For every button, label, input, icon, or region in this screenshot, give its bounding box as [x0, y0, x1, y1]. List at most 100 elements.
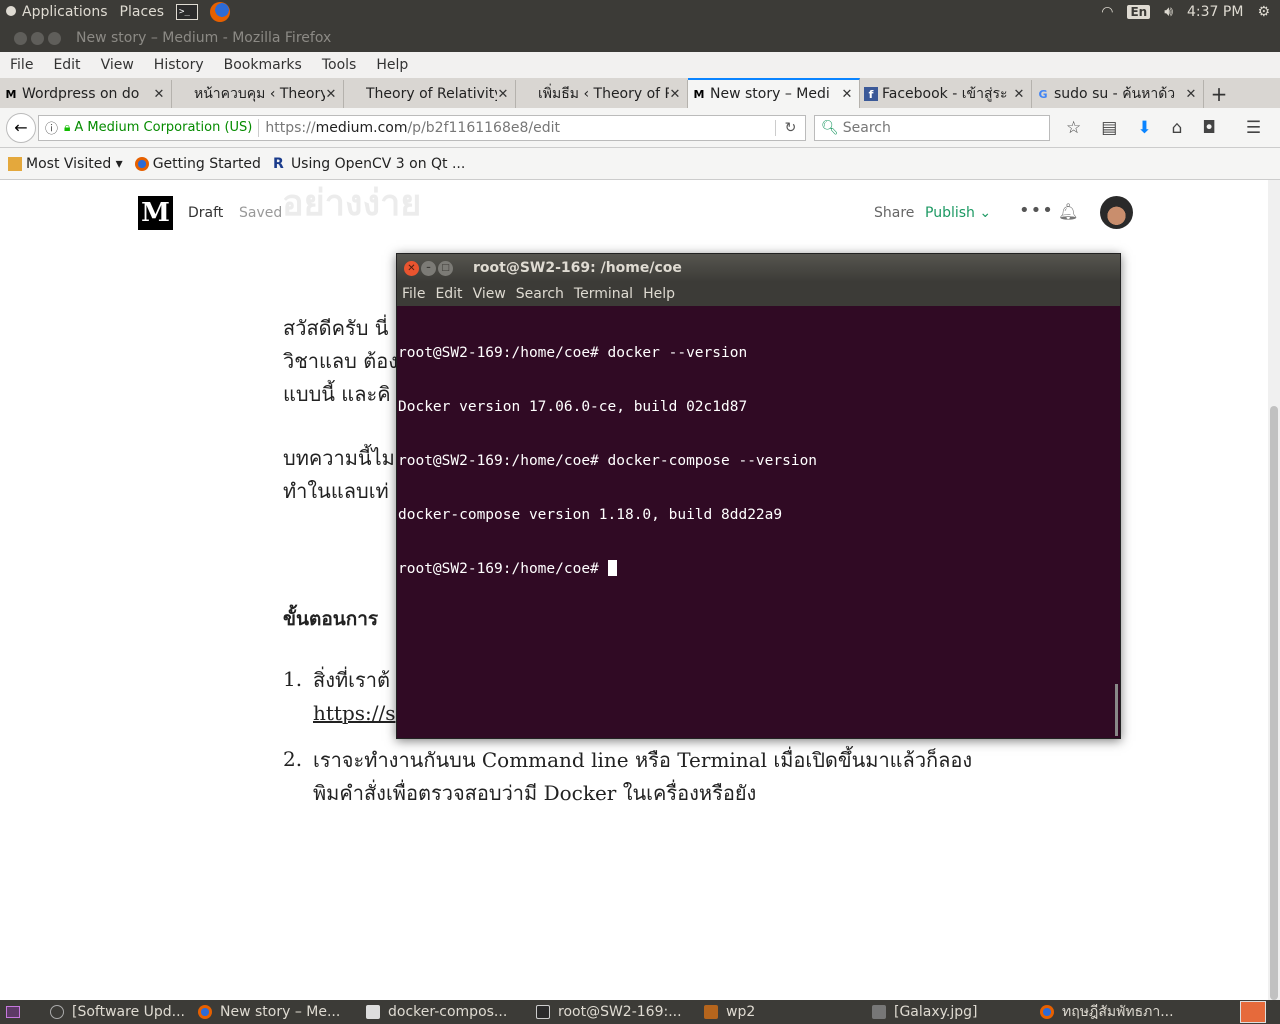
terminal-menu-edit[interactable]: Edit	[430, 286, 467, 302]
info-icon[interactable]: ⓘ	[45, 118, 58, 137]
chevron-down-icon: ⌄	[979, 205, 992, 221]
workspace-switcher[interactable]	[1240, 1001, 1266, 1023]
folder-icon	[704, 1005, 718, 1019]
bookmark-star-icon[interactable]: ☆	[1066, 118, 1081, 138]
taskbar-item[interactable]: ทฤษฎีสัมพัทธภา...	[1034, 1001, 1190, 1023]
minimize-icon[interactable]: –	[421, 260, 436, 276]
close-tab-icon[interactable]: ✕	[841, 87, 853, 102]
scrollbar-thumb[interactable]	[1270, 406, 1278, 1000]
tab-google-search[interactable]: Gsudo su - ค้นหาด้ว ✕	[1032, 80, 1204, 108]
terminal-menu-terminal[interactable]: Terminal	[569, 286, 638, 302]
menu-file[interactable]: File	[0, 57, 43, 73]
terminal-window[interactable]: ✕ – □ root@SW2-169: /home/coe File Edit …	[396, 253, 1121, 739]
menu-history[interactable]: History	[144, 57, 214, 73]
terminal-launcher-icon[interactable]: >_	[176, 4, 199, 20]
bookmarks-toolbar: Most Visited ▾ Getting Started R Using Op…	[0, 148, 1280, 180]
search-icon: 🔍︎	[821, 119, 839, 136]
tab-theory-relativity[interactable]: Theory of Relativity -✕	[344, 80, 516, 108]
tab-add-theme[interactable]: เพิ่มธีม ‹ Theory of Re ✕	[516, 80, 688, 108]
places-menu[interactable]: Places	[114, 4, 171, 20]
taskbar-item[interactable]: wp2	[698, 1004, 866, 1020]
home-icon[interactable]: ⌂	[1172, 118, 1183, 138]
tab-facebook[interactable]: f Facebook - เข้าสู่ระ ✕	[860, 80, 1032, 108]
tab-new-story[interactable]: M New story – Medi ✕	[688, 78, 860, 108]
share-button[interactable]: Share	[874, 205, 914, 221]
more-options-icon[interactable]: •••	[1019, 200, 1054, 221]
url-text[interactable]: https://medium.com/p/b2f1161168e8/edit	[265, 120, 775, 136]
terminal-scrollbar[interactable]	[1115, 684, 1118, 736]
bottom-taskbar: [Software Upd... New story – Me... docke…	[0, 1000, 1280, 1024]
list-item[interactable]: สิ่งที่เราต้ https://s	[313, 664, 396, 730]
close-tab-icon[interactable]: ✕	[1013, 87, 1025, 102]
list-item[interactable]: เราจะทำงานกันบน Command line หรือ Termin…	[313, 744, 972, 810]
paragraph-1[interactable]: สวัสดีครับ นี่ วิชาแลบ ต้อง แบบนี้ และคิ	[283, 312, 398, 411]
hamburger-menu-icon[interactable]: ☰	[1246, 118, 1261, 138]
paragraph-2[interactable]: บทความนี้ไม ทำในแลบเท่	[283, 442, 395, 508]
publish-button[interactable]: Publish ⌄	[925, 205, 991, 221]
bookmark-most-visited[interactable]: Most Visited ▾	[0, 156, 127, 172]
close-tab-icon[interactable]: ✕	[1185, 87, 1197, 102]
medium-logo[interactable]: M	[138, 196, 173, 230]
site-identity[interactable]: A Medium Corporation (US)	[74, 120, 252, 135]
close-tab-icon[interactable]: ✕	[669, 87, 681, 102]
new-tab-button[interactable]: +	[1204, 80, 1234, 108]
notification-bell-icon[interactable]: 🔔︎	[1058, 202, 1078, 221]
menu-tools[interactable]: Tools	[312, 57, 367, 73]
section-heading[interactable]: ขั้นตอนการ	[283, 604, 378, 634]
firefox-launcher-icon[interactable]	[210, 2, 231, 22]
close-icon[interactable]: ✕	[404, 260, 419, 276]
terminal-menu-search[interactable]: Search	[511, 286, 569, 302]
settings-gear-icon[interactable]: ⚙	[1257, 4, 1270, 20]
back-button[interactable]: ←	[6, 112, 36, 143]
volume-icon[interactable]: 🔊︎	[1164, 4, 1173, 20]
close-tab-icon[interactable]: ✕	[325, 87, 337, 102]
menu-edit[interactable]: Edit	[43, 57, 90, 73]
terminal-menu-file[interactable]: File	[397, 286, 430, 302]
close-tab-icon[interactable]: ✕	[153, 87, 165, 102]
show-desktop-button[interactable]	[0, 1000, 26, 1024]
page-scrollbar[interactable]	[1268, 180, 1280, 1000]
menu-help[interactable]: Help	[366, 57, 418, 73]
terminal-screen[interactable]: root@SW2-169:/home/coe# docker --version…	[397, 306, 1120, 614]
reload-icon[interactable]: ↻	[775, 119, 805, 136]
medium-favicon-icon: M	[5, 87, 17, 101]
taskbar-item[interactable]: docker-compos...	[360, 1004, 530, 1020]
close-tab-icon[interactable]: ✕	[497, 87, 509, 102]
maximize-icon[interactable]: □	[438, 260, 453, 276]
taskbar-item[interactable]: root@SW2-169:...	[530, 1004, 698, 1020]
minimize-window-button[interactable]	[31, 31, 44, 45]
maximize-window-button[interactable]	[48, 31, 61, 45]
url-bar[interactable]: ⓘ 🔒︎ A Medium Corporation (US) https://m…	[38, 114, 806, 141]
terminal-titlebar[interactable]: ✕ – □ root@SW2-169: /home/coe	[397, 254, 1120, 282]
reading-list-icon[interactable]: ▤	[1101, 118, 1117, 138]
wordpress-favicon-icon	[520, 87, 534, 101]
desktop-icon	[6, 1006, 20, 1018]
bookmark-getting-started[interactable]: Getting Started	[127, 156, 265, 172]
pocket-icon[interactable]: ◘	[1202, 118, 1215, 138]
list-item-link[interactable]: https://s	[313, 697, 396, 730]
tab-theory-admin[interactable]: หน้าควบคุม ‹ Theory o✕	[172, 80, 344, 108]
terminal-menu-help[interactable]: Help	[638, 286, 680, 302]
image-viewer-icon	[872, 1005, 886, 1019]
keyboard-layout-indicator[interactable]: En	[1127, 5, 1151, 19]
menu-view[interactable]: View	[91, 57, 144, 73]
wifi-icon[interactable]: ◠	[1101, 4, 1113, 20]
site-favicon-icon	[348, 87, 362, 101]
applications-menu[interactable]: Applications	[0, 4, 114, 20]
downloads-icon[interactable]: ⬇	[1137, 118, 1151, 138]
taskbar-item[interactable]: [Galaxy.jpg]	[866, 1004, 1034, 1020]
google-favicon-icon: G	[1038, 87, 1048, 101]
taskbar-item[interactable]: New story – Me...	[192, 1004, 360, 1020]
taskbar-item[interactable]: [Software Upd...	[26, 1004, 192, 1020]
bookmark-opencv[interactable]: R Using OpenCV 3 on Qt ...	[265, 156, 469, 172]
menu-bookmarks[interactable]: Bookmarks	[214, 57, 312, 73]
navigation-toolbar: ← ⓘ 🔒︎ A Medium Corporation (US) https:/…	[0, 108, 1280, 148]
close-window-button[interactable]	[14, 31, 27, 45]
search-input[interactable]: 🔍︎ Search	[814, 114, 1050, 141]
terminal-menu-view[interactable]: View	[468, 286, 511, 302]
clock[interactable]: 4:37 PM	[1187, 4, 1243, 20]
list-number: 1.	[283, 667, 303, 691]
tab-wordpress[interactable]: M Wordpress on do ✕	[0, 80, 172, 108]
avatar[interactable]	[1100, 196, 1133, 229]
terminal-line: root@SW2-169:/home/coe# docker-compose -…	[398, 453, 818, 469]
